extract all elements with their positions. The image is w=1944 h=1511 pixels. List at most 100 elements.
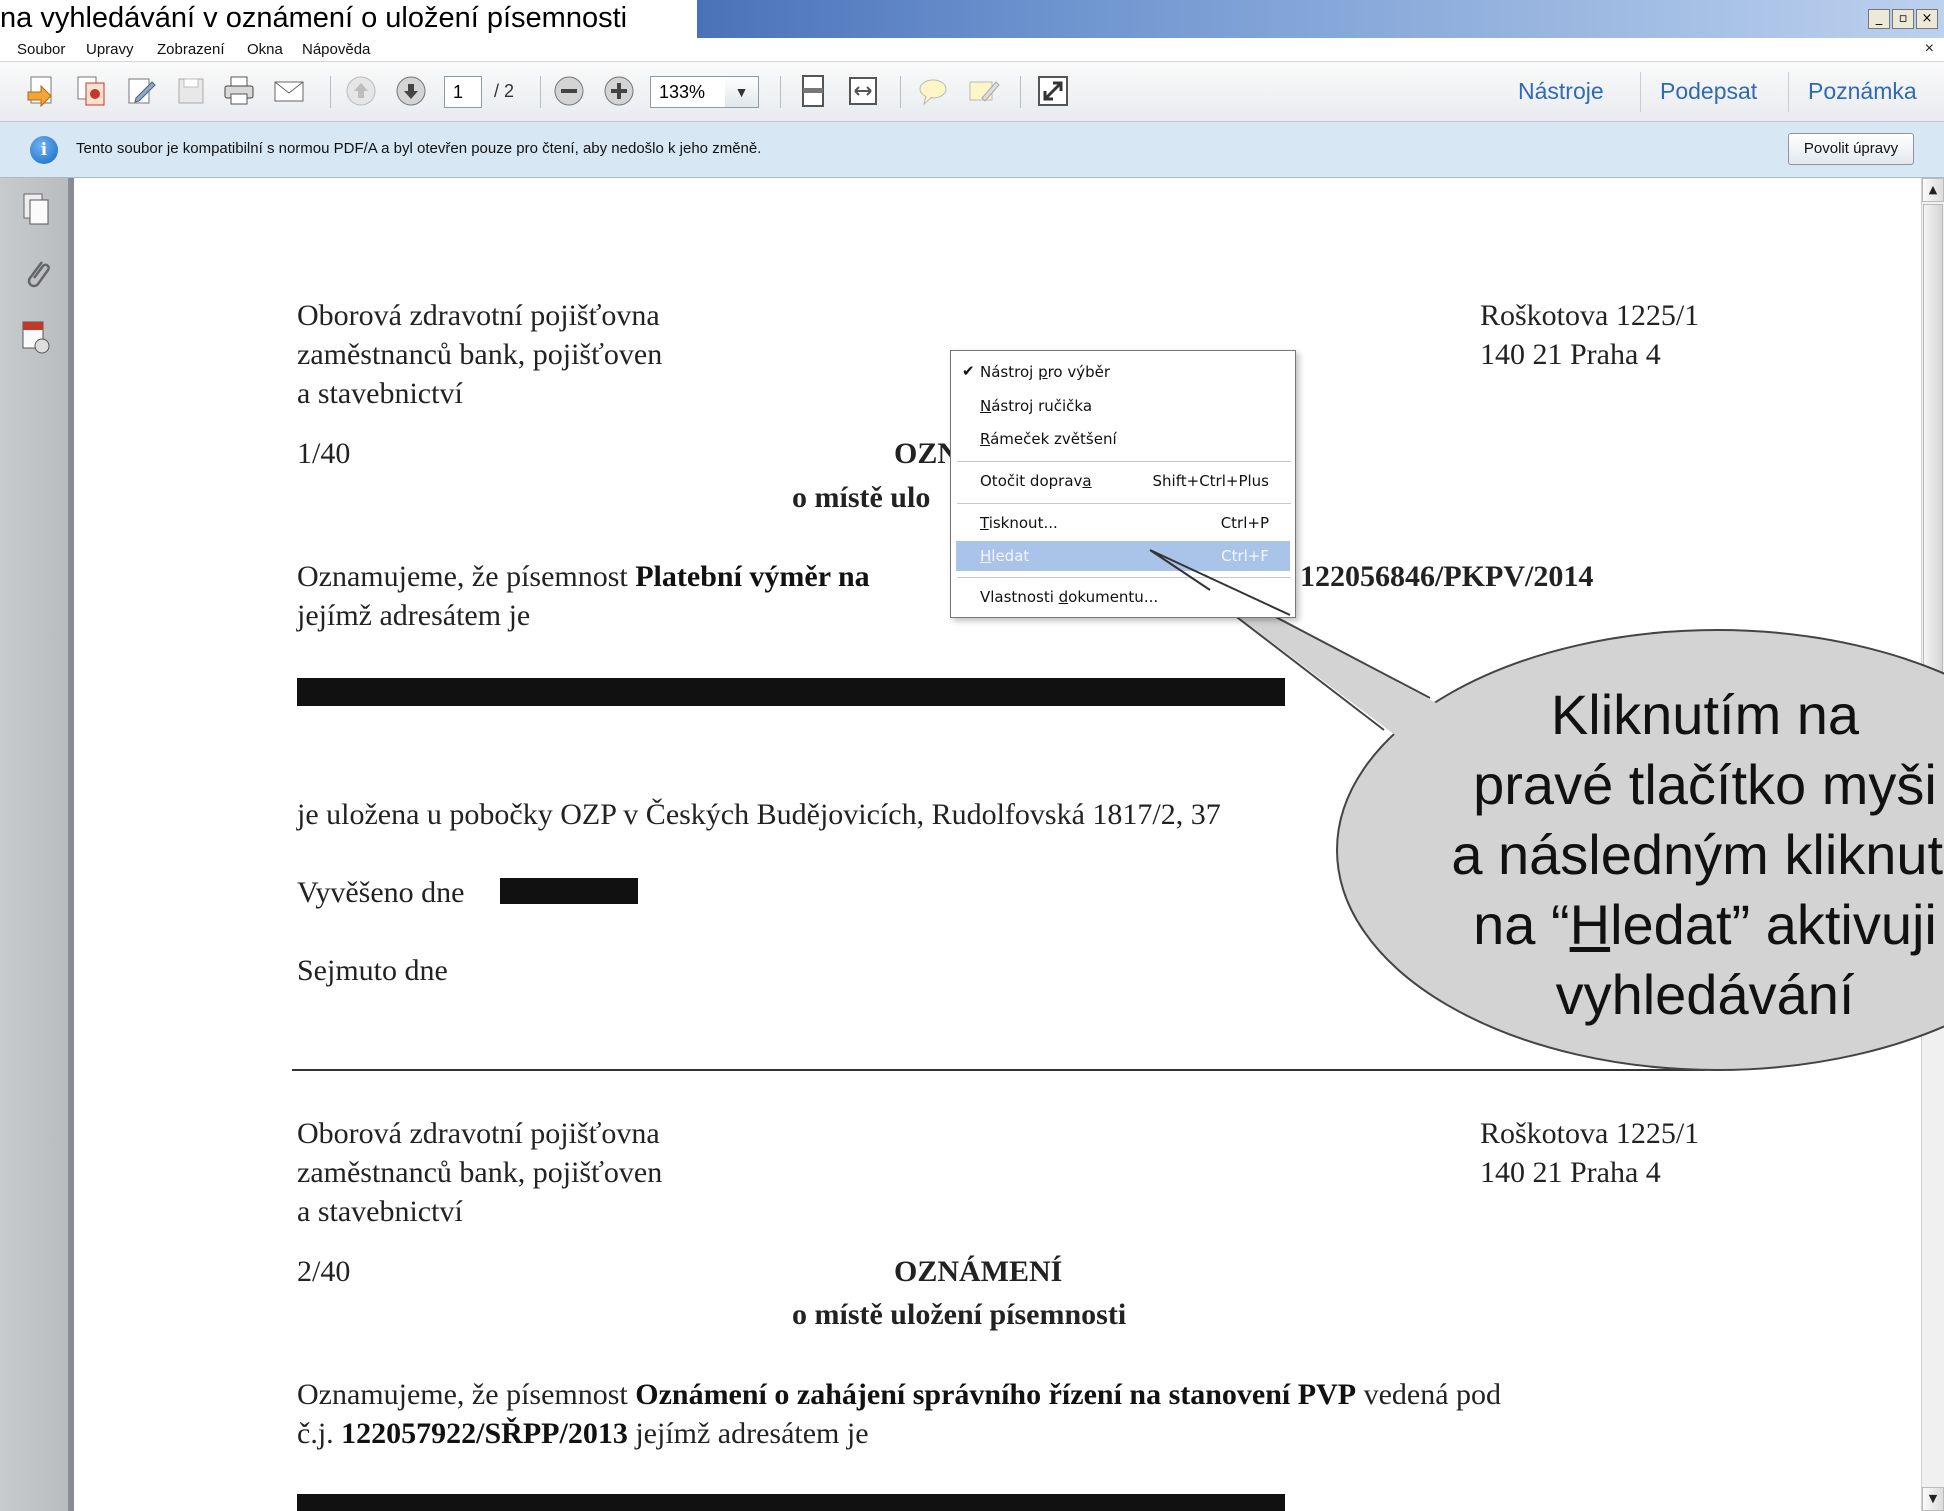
menu-napoveda[interactable]: Nápověda <box>302 41 370 58</box>
info-message: Tento soubor je kompatibilní s normou PD… <box>76 140 762 157</box>
menu-upravy[interactable]: Upravy <box>86 41 134 58</box>
page-number-input[interactable]: 1 <box>444 76 482 108</box>
window-title: na vyhledávání v oznámení o uložení píse… <box>0 2 636 35</box>
navigation-pane <box>0 178 70 1511</box>
callout-line-1: Kliknutím na <box>1550 683 1860 746</box>
callout-text: Kliknutím na pravé tlačítko myši a násle… <box>1390 680 1944 1030</box>
window-controls: _ ▫ × <box>1868 9 1938 29</box>
section-divider <box>292 1069 1705 1071</box>
scroll-thumb[interactable] <box>1923 204 1943 704</box>
highlight-icon[interactable] <box>966 74 1000 108</box>
menu-item-hand-tool[interactable]: Nástroj ručička <box>951 391 1295 421</box>
sign-link[interactable]: Podepsat <box>1660 78 1757 105</box>
menu-separator <box>957 577 1291 578</box>
zoom-input[interactable]: 133% <box>650 76 726 108</box>
page-up-icon[interactable] <box>344 74 378 108</box>
menu-item-marquee-zoom[interactable]: Rámeček zvětšení <box>951 424 1295 454</box>
address-line-2: 140 21 Praha 4 <box>1480 338 1661 371</box>
notice-number: 1/40 <box>297 437 351 470</box>
signatures-icon[interactable] <box>20 320 52 356</box>
body-line-2: č.j. 122057922/SŘPP/2013 jejímž adresáte… <box>297 1417 869 1450</box>
menu-item-label: Hledat <box>980 547 1030 565</box>
menu-item-select-tool[interactable]: ✔ Nástroj pro výběr <box>951 357 1295 387</box>
toolbar: 1 / 2 133% ▼ Nástroje Podepsat Poznámka <box>0 62 1944 122</box>
sender-line-2: zaměstnanců bank, pojišťoven <box>297 338 663 371</box>
menu-soubor[interactable]: Soubor <box>17 41 65 58</box>
menu-item-label: Otočit doprava <box>980 472 1092 490</box>
notice-heading: OZNÁMENÍ <box>894 1255 1063 1288</box>
posted-date-label: Vyvěšeno dne <box>297 876 465 909</box>
menu-item-print[interactable]: Tisknout... Ctrl+P <box>951 508 1295 538</box>
menu-bar: Soubor Upravy Zobrazení Okna Nápověda × <box>0 38 1944 62</box>
zoom-dropdown-button[interactable]: ▼ <box>725 76 759 108</box>
scroll-up-button[interactable]: ▲ <box>1922 178 1944 202</box>
combine-icon[interactable] <box>74 74 108 108</box>
page-down-icon[interactable] <box>394 74 428 108</box>
callout-line-2: pravé tlačítko myši <box>1473 753 1937 816</box>
toolbar-separator <box>1020 76 1021 108</box>
menu-item-rotate-clockwise[interactable]: Otočit doprava Shift+Ctrl+Plus <box>951 466 1295 496</box>
toolbar-separator <box>540 76 541 108</box>
info-bar: i Tento soubor je kompatibilní s normou … <box>0 122 1944 178</box>
page-total: / 2 <box>494 81 515 101</box>
reference-number: 122056846/PKPV/2014 <box>1300 560 1594 593</box>
toolbar-separator <box>1640 72 1641 112</box>
restore-button[interactable]: ▫ <box>1892 9 1914 29</box>
body-line-1: Oznamujeme, že písemnost Oznámení o zahá… <box>297 1378 1502 1411</box>
notice-subheading: o místě ulo <box>792 481 931 514</box>
menu-okna[interactable]: Okna <box>247 41 283 58</box>
toolbar-separator <box>900 76 901 108</box>
toolbar-separator <box>330 76 331 108</box>
edit-icon[interactable] <box>124 74 158 108</box>
menu-item-label: Nástroj ručička <box>980 397 1093 415</box>
comment-link[interactable]: Poznámka <box>1808 78 1917 105</box>
menu-item-label: Vlastnosti dokumentu... <box>980 588 1159 606</box>
create-pdf-icon[interactable] <box>24 74 58 108</box>
removed-date-label: Sejmuto dne <box>297 954 448 987</box>
fullscreen-icon[interactable] <box>1036 74 1070 108</box>
notice-number: 2/40 <box>297 1255 351 1288</box>
menu-separator <box>957 503 1291 504</box>
menu-item-label: Tisknout... <box>980 514 1058 532</box>
menu-item-label: Nástroj pro výběr <box>980 363 1111 381</box>
sender-line-3: a stavebnictví <box>297 1195 463 1228</box>
body-line-1: Oznamujeme, že písemnost Platební výměr … <box>297 560 870 593</box>
sender-line-1: Oborová zdravotní pojišťovna <box>297 1117 660 1150</box>
zoom-out-icon[interactable] <box>552 74 586 108</box>
menu-item-label: Rámeček zvětšení <box>980 430 1117 448</box>
print-icon[interactable] <box>222 74 256 108</box>
tools-link[interactable]: Nástroje <box>1518 78 1604 105</box>
pages-icon[interactable] <box>20 192 52 228</box>
address-line-2: 140 21 Praha 4 <box>1480 1156 1661 1189</box>
enable-editing-button[interactable]: Povolit úpravy <box>1788 133 1914 165</box>
redacted-address <box>297 1494 1285 1511</box>
callout-line-3: a následným kliknutí <box>1451 823 1944 886</box>
close-document-icon[interactable]: × <box>1925 40 1934 58</box>
menu-item-find[interactable]: Hledat Ctrl+F <box>956 541 1290 571</box>
sender-line-3: a stavebnictví <box>297 377 463 410</box>
email-icon[interactable] <box>272 74 306 108</box>
save-icon[interactable] <box>174 74 208 108</box>
fit-width-icon[interactable] <box>846 74 880 108</box>
comment-icon[interactable] <box>916 74 950 108</box>
redacted-address <box>297 678 1285 706</box>
redacted-date <box>500 878 638 904</box>
close-button[interactable]: × <box>1916 9 1938 29</box>
zoom-in-icon[interactable] <box>602 74 636 108</box>
address-line-1: Roškotova 1225/1 <box>1480 1117 1700 1150</box>
toolbar-separator <box>780 76 781 108</box>
menu-item-document-properties[interactable]: Vlastnosti dokumentu... <box>951 582 1295 612</box>
sender-line-1: Oborová zdravotní pojišťovna <box>297 299 660 332</box>
checkmark-icon: ✔ <box>962 362 975 380</box>
menu-separator <box>957 461 1291 462</box>
menu-zobrazeni[interactable]: Zobrazení <box>157 41 225 58</box>
menu-item-shortcut: Shift+Ctrl+Plus <box>1152 472 1269 490</box>
minimize-button[interactable]: _ <box>1868 9 1890 29</box>
sender-line-2: zaměstnanců bank, pojišťoven <box>297 1156 663 1189</box>
toolbar-separator <box>1788 72 1789 112</box>
notice-subheading: o místě uložení písemnosti <box>792 1298 1127 1331</box>
fit-page-icon[interactable] <box>796 74 830 108</box>
attachments-icon[interactable] <box>20 254 52 290</box>
scroll-down-button[interactable]: ▼ <box>1922 1487 1944 1511</box>
body-line-2: jejímž adresátem je <box>297 599 531 632</box>
